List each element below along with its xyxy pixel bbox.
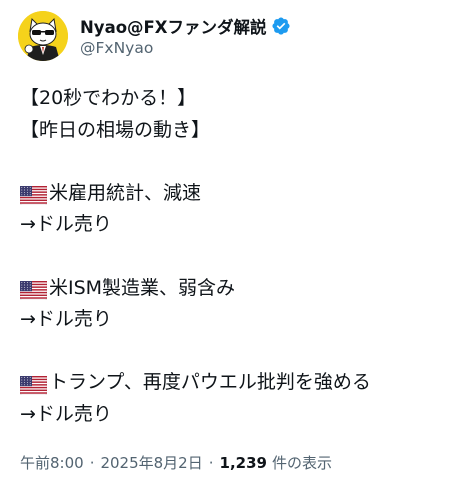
display-name[interactable]: Nyao@FXファンダ解説 (80, 14, 267, 38)
post-line-text: →ドル売り (20, 308, 112, 331)
post-line-text: 米雇用統計、減速 (49, 181, 202, 204)
us-flag-icon (19, 279, 48, 301)
post-time[interactable]: 午前8:00 (20, 452, 84, 473)
name-row: Nyao@FXファンダ解説 (80, 15, 291, 37)
post-date[interactable]: 2025年8月2日 (100, 452, 202, 473)
post-line-text: トランプ、再度パウエル批判を強める (49, 371, 371, 394)
views-label[interactable]: 件の表示 (272, 452, 332, 473)
author-names: Nyao@FXファンダ解説 @FxNyao (80, 15, 291, 57)
cat-with-sunglasses-avatar-icon (18, 11, 68, 61)
us-flag-icon (19, 374, 48, 395)
meta-separator: · (208, 453, 214, 472)
tweet-header: Nyao@FXファンダ解説 @FxNyao (18, 8, 291, 64)
post-meta: 午前8:00 · 2025年8月2日 · 1,239 件の表示 (20, 452, 332, 473)
post-line: →ドル売り (20, 209, 440, 241)
author-handle[interactable]: @FxNyao (80, 39, 291, 57)
views-count[interactable]: 1,239 (220, 454, 267, 472)
post-line-text: →ドル売り (20, 213, 112, 236)
meta-separator: · (89, 453, 95, 472)
post-line: トランプ、再度パウエル批判を強める (19, 367, 440, 399)
verified-badge-icon[interactable] (271, 16, 291, 36)
post-line: →ドル売り (20, 304, 440, 336)
post-line: 【昨日の相場の動き】 (20, 115, 440, 147)
avatar[interactable] (18, 11, 68, 61)
post-line-text: 【昨日の相場の動き】 (20, 118, 211, 141)
post-line: 【20秒でわかる！】 (20, 83, 440, 115)
tweet: Nyao@FXファンダ解説 @FxNyao 【20秒でわかる！】 【昨日の相場の動… (0, 0, 451, 494)
post-line: 米雇用統計、減速 (19, 178, 440, 210)
post-line-text: →ドル売り (20, 402, 112, 425)
us-flag-icon (19, 184, 48, 206)
post-line-text: 【20秒でわかる！】 (20, 87, 197, 109)
post-body: 【20秒でわかる！】 【昨日の相場の動き】 米雇用統計、減速 →ドル売り 米ISM製造業… (19, 83, 440, 431)
post-line-text: 米ISM製造業、弱含み (49, 276, 236, 299)
post-line: →ドル売り (20, 399, 440, 431)
post-line: 米ISM製造業、弱含み (19, 273, 440, 305)
